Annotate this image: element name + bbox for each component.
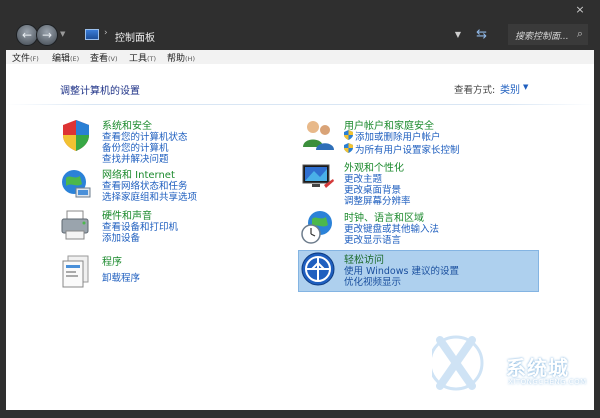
refresh-icon[interactable]: ⇆: [476, 27, 487, 42]
back-button[interactable]: ←: [16, 24, 38, 46]
link-screen-resolution[interactable]: 调整屏幕分辨率: [344, 193, 411, 207]
link-uninstall-program[interactable]: 卸载程序: [102, 270, 140, 284]
control-panel-icon: [85, 29, 99, 40]
link-change-display-language[interactable]: 更改显示语言: [344, 232, 401, 246]
uac-shield-icon: [344, 130, 353, 140]
category-appearance: 外观和个性化 更改主题 更改桌面背景 调整屏幕分辨率: [300, 159, 540, 207]
forward-button[interactable]: →: [36, 24, 58, 46]
link-add-device[interactable]: 添加设备: [102, 230, 140, 244]
link-parental-controls[interactable]: 为所有用户设置家长控制: [355, 142, 460, 156]
printer-icon[interactable]: [58, 207, 94, 243]
category-system-security: 系统和安全 查看您的计算机状态 备份您的计算机 查找并解决问题: [58, 117, 258, 167]
programs-icon[interactable]: [58, 253, 94, 289]
shield-pc-icon[interactable]: [58, 117, 94, 153]
users-icon[interactable]: [300, 117, 336, 153]
address-bar[interactable]: › 控制面板 ▼ ⇆: [76, 23, 498, 47]
link-optimize-display[interactable]: 优化视频显示: [344, 274, 401, 288]
breadcrumb-control-panel[interactable]: 控制面板: [115, 29, 155, 44]
category-clock-language-region: 时钟、语言和区域 更改键盘或其他输入法 更改显示语言: [300, 209, 540, 249]
view-by-chevron-down-icon[interactable]: ▼: [523, 83, 528, 91]
navigation-bar: ← → ▼ › 控制面板 ▼ ⇆ 搜索控制面... ⌕: [0, 20, 600, 48]
search-input[interactable]: 搜索控制面... ⌕: [508, 24, 588, 45]
close-button[interactable]: ×: [574, 4, 586, 16]
category-network-internet: 网络和 Internet 查看网络状态和任务 选择家庭组和共享选项: [58, 166, 258, 206]
clock-globe-icon[interactable]: [300, 209, 336, 245]
link-homegroup-sharing[interactable]: 选择家庭组和共享选项: [102, 189, 197, 203]
search-icon[interactable]: ⌕: [577, 27, 583, 41]
link-find-fix-problems[interactable]: 查找并解决问题: [102, 151, 169, 165]
menu-file[interactable]: 文件(F): [12, 51, 39, 64]
category-user-accounts: 用户帐户和家庭安全 添加或删除用户帐户 为所有用户设置家长控制: [300, 117, 540, 157]
category-ease-of-access[interactable]: 轻松访问 使用 Windows 建议的设置 优化视频显示: [300, 251, 540, 291]
menu-view[interactable]: 查看(V): [90, 51, 118, 64]
category-programs: 程序 卸载程序: [58, 253, 258, 288]
address-dropdown-icon[interactable]: ▼: [455, 30, 461, 39]
view-by-label: 查看方式:: [454, 85, 496, 96]
watermark-url: XITONGCHENG.COM: [508, 378, 587, 386]
menu-edit[interactable]: 编辑(E): [52, 51, 79, 64]
search-placeholder: 搜索控制面...: [515, 32, 569, 42]
control-panel-window: × ← → ▼ › 控制面板 ▼ ⇆ 搜索控制面... ⌕ 文件(F) 编辑(E…: [0, 0, 600, 418]
menu-bar: 文件(F) 编辑(E) 查看(V) 工具(T) 帮助(H): [6, 50, 594, 64]
watermark-brand: 系统城: [506, 356, 569, 380]
link-add-remove-accounts[interactable]: 添加或删除用户帐户: [355, 129, 441, 143]
recent-pages-dropdown[interactable]: ▼: [60, 30, 65, 38]
display-icon[interactable]: [300, 159, 336, 195]
uac-shield-icon: [344, 143, 353, 153]
page-title: 调整计算机的设置: [60, 86, 140, 97]
header-divider: [6, 104, 594, 105]
category-hardware-sound: 硬件和声音 查看设备和打印机 添加设备: [58, 207, 258, 247]
menu-help[interactable]: 帮助(H): [167, 51, 195, 64]
ease-of-access-icon[interactable]: [300, 251, 336, 287]
breadcrumb-separator[interactable]: ›: [104, 28, 108, 38]
category-title[interactable]: 程序: [102, 253, 122, 268]
network-globe-icon[interactable]: [58, 166, 94, 202]
view-by-dropdown[interactable]: 类别: [500, 81, 520, 96]
menu-tools[interactable]: 工具(T): [129, 51, 156, 64]
